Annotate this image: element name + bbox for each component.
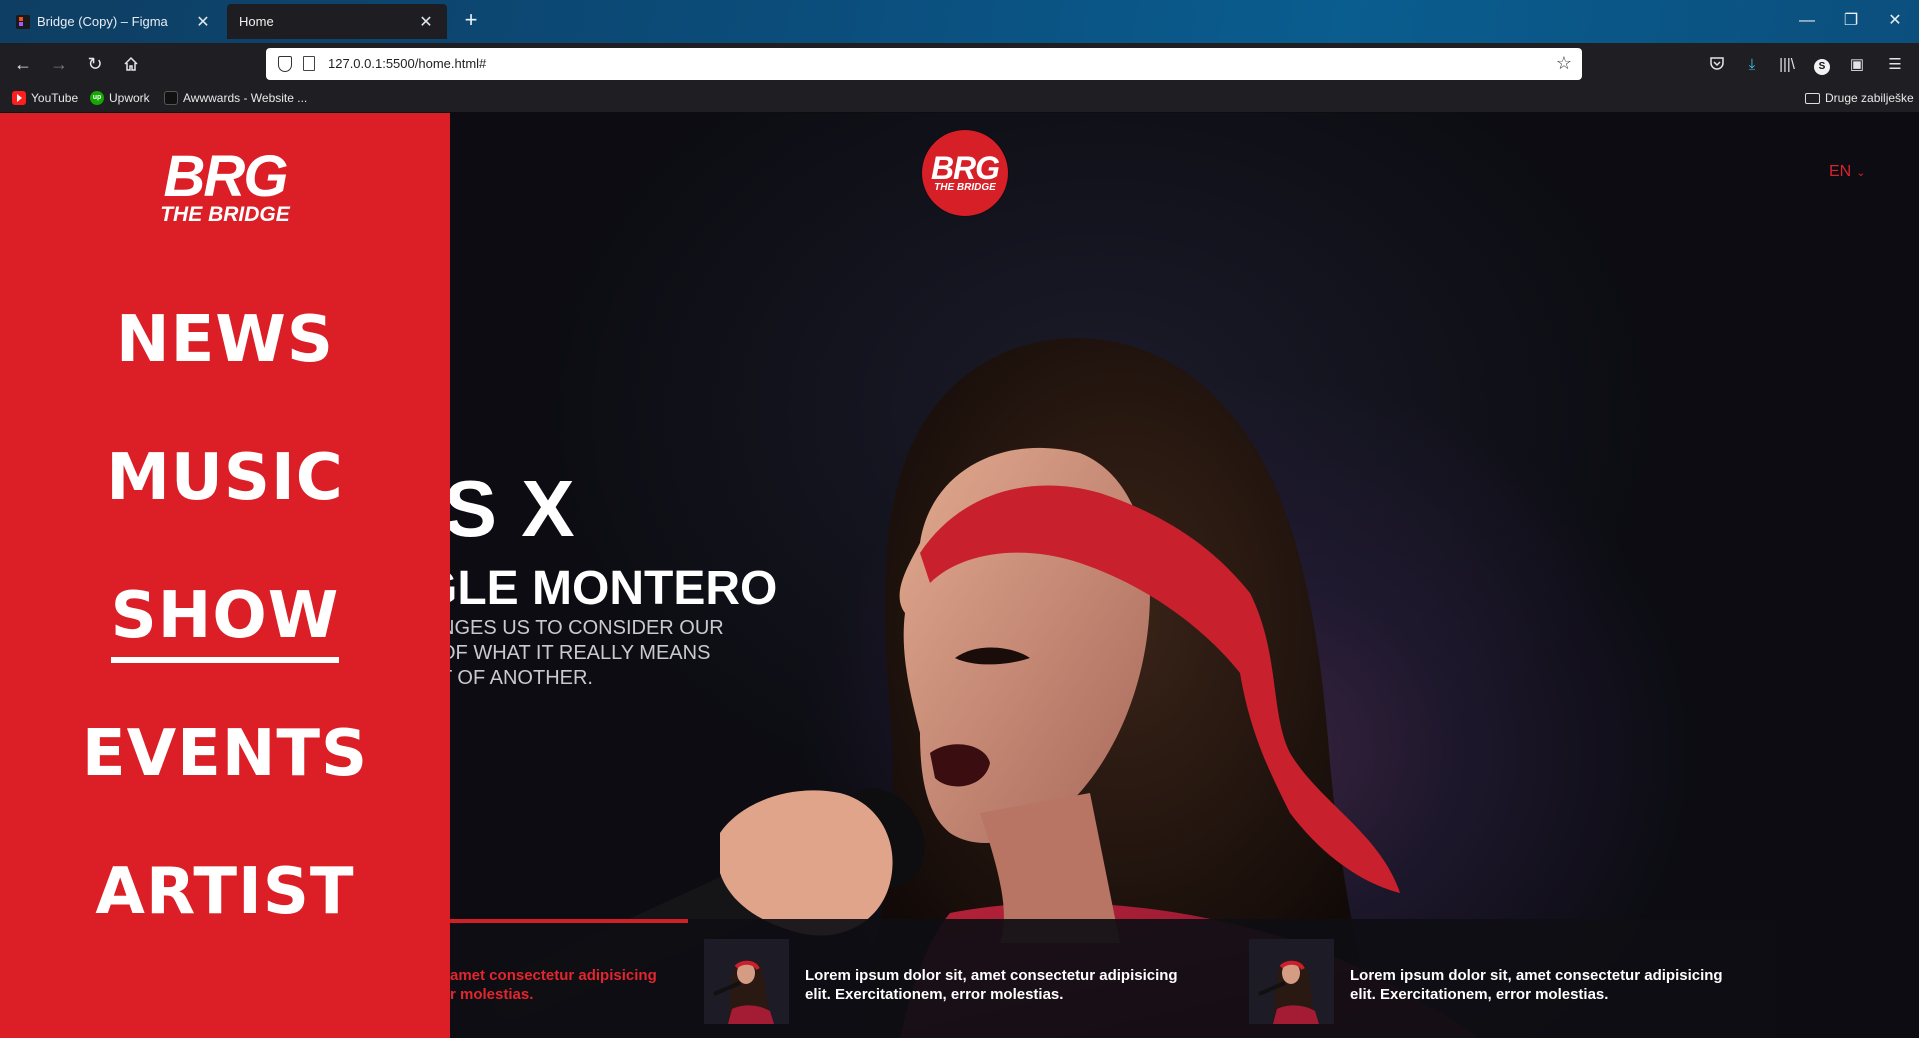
logo-text: BRG	[163, 144, 289, 209]
bookmark-youtube[interactable]: YouTube	[12, 91, 78, 105]
news-text: Lorem ipsum dolor sit, amet consectetur …	[1350, 966, 1723, 1004]
new-tab-button[interactable]: +	[458, 8, 484, 34]
news-text: Lorem ipsum dolor sit, amet consectetur …	[805, 966, 1178, 1004]
tab-label: Home	[239, 14, 274, 29]
news-text: amet consectetur adipisicing r molestias…	[450, 966, 657, 1004]
news-thumbnail	[704, 939, 789, 1024]
folder-icon	[1805, 92, 1820, 104]
forward-button[interactable]: →	[46, 51, 72, 77]
figma-icon	[16, 14, 30, 29]
news-thumbnail	[1249, 939, 1334, 1024]
arrow-left-icon: ←	[14, 54, 32, 74]
menu-item-news[interactable]: NEWS	[0, 303, 450, 381]
logo-text: BRG	[930, 150, 1000, 186]
back-button[interactable]: ←	[10, 51, 36, 77]
tab-label: Bridge (Copy) – Figma	[37, 14, 168, 29]
side-menu: BRG THE BRIDGE NEWS MUSIC SHOW EVENTS AR…	[0, 113, 450, 1038]
address-bar[interactable]: 127.0.0.1:5500/home.html# ☆	[266, 48, 1582, 80]
account-icon[interactable]: S	[1812, 55, 1832, 75]
browser-tab-home[interactable]: Home ✕	[227, 4, 447, 39]
news-text-line: elit. Exercitationem, error molestias.	[1350, 986, 1609, 1003]
library-icon[interactable]: |||\	[1777, 55, 1797, 75]
browser-tab-bar: Bridge (Copy) – Figma ✕ Home ✕ + — ❐ ✕	[0, 0, 1919, 43]
site-logo[interactable]: BRG THE BRIDGE	[922, 130, 1008, 216]
arrow-right-icon: →	[50, 54, 68, 74]
menu-item-music[interactable]: MUSIC	[0, 441, 450, 519]
other-bookmarks[interactable]: Druge zabilješke	[1805, 91, 1914, 105]
news-text-line: elit. Exercitationem, error molestias.	[805, 986, 1064, 1003]
chevron-down-icon: ⌄	[1856, 167, 1866, 179]
news-text-line: r molestias.	[450, 986, 534, 1003]
restore-button[interactable]: ❐	[1829, 8, 1873, 34]
bookmark-awwwards[interactable]: Awwwards - Website ...	[164, 91, 307, 105]
upwork-icon: up	[90, 91, 104, 105]
bookmarks-bar: YouTube up Upwork Awwwards - Website ...…	[0, 85, 1919, 113]
star-icon[interactable]: ☆	[1556, 53, 1572, 74]
news-item[interactable]: amet consectetur adipisicing r molestias…	[450, 939, 657, 1004]
url-input[interactable]: 127.0.0.1:5500/home.html#	[328, 56, 486, 71]
close-icon[interactable]: ✕	[194, 12, 212, 32]
browser-tab-figma[interactable]: Bridge (Copy) – Figma ✕	[4, 4, 224, 39]
browser-nav-bar: ← → ↻ 127.0.0.1:5500/home.html# ☆ ⤓ |||\…	[0, 43, 1919, 85]
home-button[interactable]	[118, 51, 144, 77]
hero-description-line: OF WHAT IT REALLY MEANS	[440, 642, 711, 664]
extension-icon[interactable]: ▣	[1847, 55, 1867, 75]
hero-description: NGES US TO CONSIDER OUR OF WHAT IT REALL…	[440, 616, 770, 691]
news-text-line: Lorem ipsum dolor sit, amet consectetur …	[1350, 967, 1723, 984]
reload-icon: ↻	[87, 54, 103, 74]
menu-item-label: ARTIST	[95, 855, 355, 929]
close-icon[interactable]: ✕	[417, 12, 435, 32]
page-icon	[303, 56, 315, 71]
bookmark-label: YouTube	[31, 91, 79, 105]
news-progress-bar	[440, 919, 688, 923]
menu-item-show[interactable]: SHOW	[0, 579, 450, 663]
hero-subtitle: GLE MONTERO	[420, 562, 778, 615]
close-window-button[interactable]: ✕	[1873, 8, 1917, 34]
download-icon[interactable]: ⤓	[1742, 55, 1762, 75]
logo-subtext: THE BRIDGE	[934, 182, 996, 193]
menu-item-label: SHOW	[110, 579, 340, 663]
news-text-line: amet consectetur adipisicing	[450, 967, 657, 984]
logo-subtext: THE BRIDGE	[160, 203, 290, 226]
shield-icon[interactable]	[278, 56, 292, 72]
language-selector[interactable]: EN ⌄	[1829, 163, 1865, 181]
other-bookmarks-label: Druge zabilješke	[1825, 91, 1914, 105]
hero-description-line: T OF ANOTHER.	[440, 667, 593, 689]
hamburger-icon[interactable]: ☰	[1885, 55, 1905, 75]
menu-item-label: EVENTS	[81, 717, 369, 791]
pocket-icon[interactable]	[1707, 55, 1727, 75]
menu-logo[interactable]: BRG THE BRIDGE	[150, 144, 300, 229]
awwwards-icon	[164, 91, 178, 105]
menu-item-label: MUSIC	[106, 441, 344, 515]
news-item[interactable]: Lorem ipsum dolor sit, amet consectetur …	[1249, 939, 1723, 1024]
home-icon	[124, 56, 138, 71]
language-label: EN	[1829, 163, 1852, 180]
menu-item-events[interactable]: EVENTS	[0, 717, 450, 795]
reload-button[interactable]: ↻	[82, 51, 108, 77]
menu-item-artist[interactable]: ARTIST	[0, 855, 450, 933]
minimize-button[interactable]: —	[1785, 8, 1829, 34]
hero-description-line: NGES US TO CONSIDER OUR	[440, 617, 724, 639]
bookmark-label: Awwwards - Website ...	[183, 91, 308, 105]
menu-item-label: NEWS	[116, 303, 334, 377]
youtube-icon	[12, 91, 26, 105]
bookmark-label: Upwork	[109, 91, 150, 105]
news-item[interactable]: Lorem ipsum dolor sit, amet consectetur …	[704, 939, 1178, 1024]
bookmark-upwork[interactable]: up Upwork	[90, 91, 150, 105]
news-text-line: Lorem ipsum dolor sit, amet consectetur …	[805, 967, 1178, 984]
